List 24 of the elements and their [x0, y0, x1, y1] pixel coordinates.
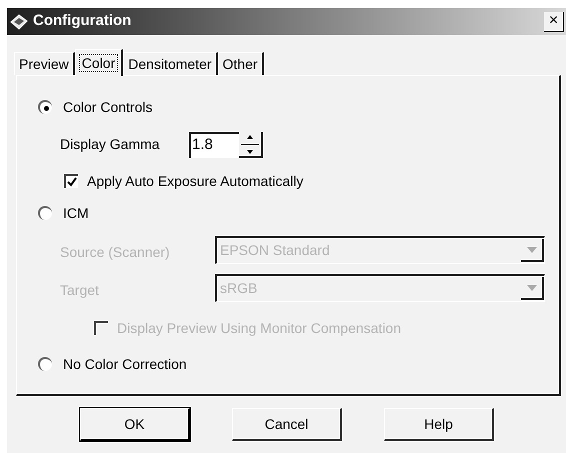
dialog-button[interactable]: Help: [384, 408, 494, 441]
checkbox[interactable]: [64, 174, 78, 188]
app-icon: [9, 12, 29, 32]
radio-button[interactable]: [38, 357, 52, 371]
radio-button[interactable]: [38, 100, 52, 114]
checkbox-label: Apply Auto Exposure Automatically: [87, 172, 304, 191]
field-label: Display Gamma: [60, 135, 160, 154]
tab[interactable]: Preview: [14, 52, 75, 75]
tab[interactable]: Other: [218, 52, 264, 75]
tab[interactable]: Densitometer: [123, 52, 218, 75]
close-button[interactable]: ×: [544, 12, 564, 32]
dialog-button[interactable]: Cancel: [232, 408, 342, 441]
spinner-arrows-icon[interactable]: [239, 132, 263, 158]
radio-label: Color Controls: [63, 98, 152, 117]
radio-label: No Color Correction: [63, 355, 187, 374]
tab[interactable]: Color: [74, 49, 124, 76]
field-label: Source (Scanner): [60, 243, 170, 262]
gamma-input[interactable]: 1.8: [189, 132, 239, 158]
radio-label: ICM: [63, 204, 89, 223]
radio-button[interactable]: [38, 206, 52, 220]
window-title: Configuration: [33, 11, 132, 32]
field-label: Target: [60, 281, 99, 300]
dialog-button[interactable]: OK: [80, 408, 190, 441]
checkbox-label: Display Preview Using Monitor Compensation: [117, 319, 402, 338]
